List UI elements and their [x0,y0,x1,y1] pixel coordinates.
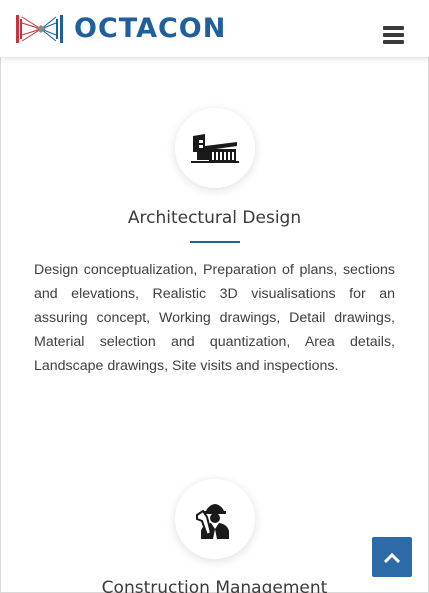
site-header: OCTACON [0,0,429,57]
brand-name: OCTACON [74,13,227,44]
building-icon [191,134,239,163]
logo[interactable]: OCTACON [16,13,226,45]
service-icon-circle [175,479,255,559]
engineer-icon [196,504,229,539]
octacon-logo-mark [16,15,63,43]
service-title: Construction Management [101,578,328,593]
service-description: Design conceptualization, Preparation of… [34,262,395,374]
title-underline [190,241,240,243]
chevron-up-icon [384,552,400,563]
hamburger-menu-icon[interactable] [383,26,405,44]
service-title: Architectural Design [127,208,302,228]
back-to-top-button[interactable] [372,537,412,577]
service-icon-circle [175,108,255,188]
